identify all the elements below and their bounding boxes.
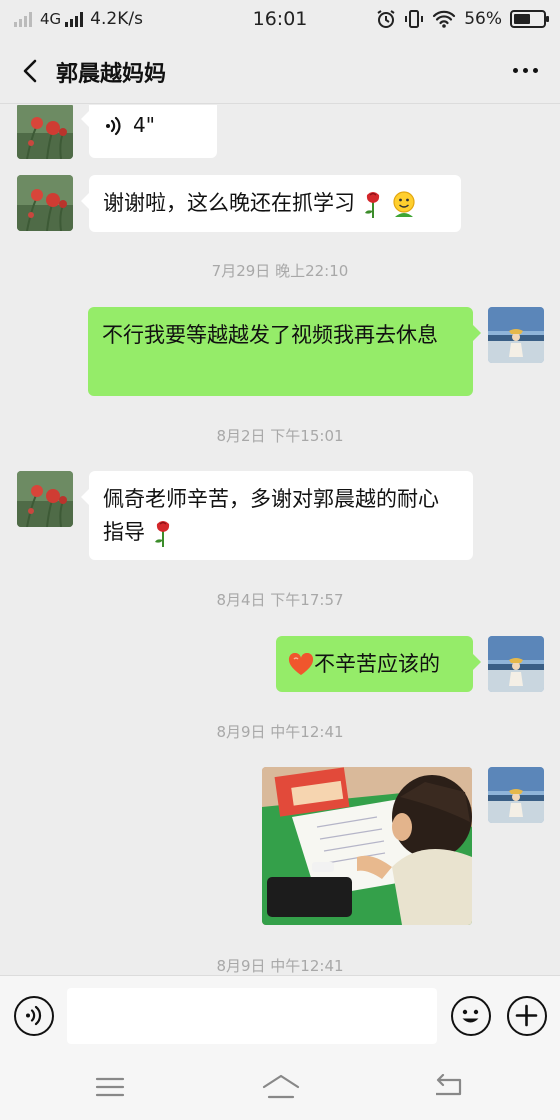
voice-toggle-icon[interactable] (14, 996, 54, 1036)
more-horizontal-icon[interactable] (513, 68, 538, 73)
system-nav-bar (0, 1057, 560, 1120)
user-avatar[interactable] (488, 767, 544, 823)
message-text: 不辛苦应该的 (314, 652, 440, 676)
voice-duration: 4" (133, 113, 155, 137)
menu-icon[interactable] (95, 1075, 125, 1099)
chat-message-list[interactable]: 4" 谢谢啦，这么晚还在抓学习 7月29日 晚上22:10 不行我要等越越发了视… (0, 105, 560, 975)
message-bubble-incoming[interactable]: 谢谢啦，这么晚还在抓学习 (81, 175, 461, 232)
battery-percent: 56% (464, 9, 502, 29)
chat-title: 郭晨越妈妈 (56, 62, 167, 87)
vibrate-icon (405, 10, 424, 28)
timestamp: 8月9日 中午12:41 (216, 723, 344, 741)
battery-level (514, 14, 530, 24)
rose-icon (154, 521, 169, 547)
heart-icon (288, 653, 314, 675)
contact-avatar[interactable] (17, 471, 73, 527)
message-bubble-incoming[interactable]: 佩奇老师辛苦，多谢对郭晨越的耐心指导 (81, 471, 473, 560)
voice-message-bubble[interactable]: 4" (81, 105, 217, 158)
timestamp: 7月29日 晚上22:10 (211, 262, 349, 280)
title-bar: 郭晨越妈妈 (0, 40, 560, 104)
user-avatar[interactable] (488, 307, 544, 363)
chevron-left-icon[interactable] (16, 56, 46, 86)
message-text: 不行我要等越越发了视频我再去休息 (102, 323, 438, 347)
contact-avatar[interactable] (17, 105, 73, 159)
timestamp: 8月9日 中午12:41 (216, 957, 344, 975)
rose-icon (364, 192, 379, 218)
back-icon[interactable] (434, 1074, 466, 1100)
message-input[interactable] (67, 988, 437, 1044)
timestamp: 8月4日 下午17:57 (216, 591, 344, 609)
plus-icon[interactable] (507, 996, 547, 1036)
input-bar (0, 975, 560, 1057)
message-text: 谢谢啦，这么晚还在抓学习 (103, 191, 355, 215)
image-message[interactable] (262, 767, 472, 925)
wifi-icon (433, 10, 456, 28)
message-bubble-outgoing[interactable]: 不辛苦应该的 (276, 636, 481, 692)
status-right: 56% (376, 9, 549, 29)
user-avatar[interactable] (488, 636, 544, 692)
smile-face-icon (393, 191, 415, 217)
voice-playback-icon (106, 116, 121, 136)
home-icon[interactable] (261, 1073, 301, 1101)
alarm-icon (377, 10, 395, 28)
contact-avatar[interactable] (17, 175, 73, 231)
message-bubble-outgoing[interactable]: 不行我要等越越发了视频我再去休息 (88, 307, 481, 396)
status-bar: 4G 4.2K/s 16:01 56% (0, 0, 560, 40)
timestamp: 8月2日 下午15:01 (216, 427, 344, 445)
emoji-icon[interactable] (451, 996, 491, 1036)
battery-icon (510, 10, 549, 28)
